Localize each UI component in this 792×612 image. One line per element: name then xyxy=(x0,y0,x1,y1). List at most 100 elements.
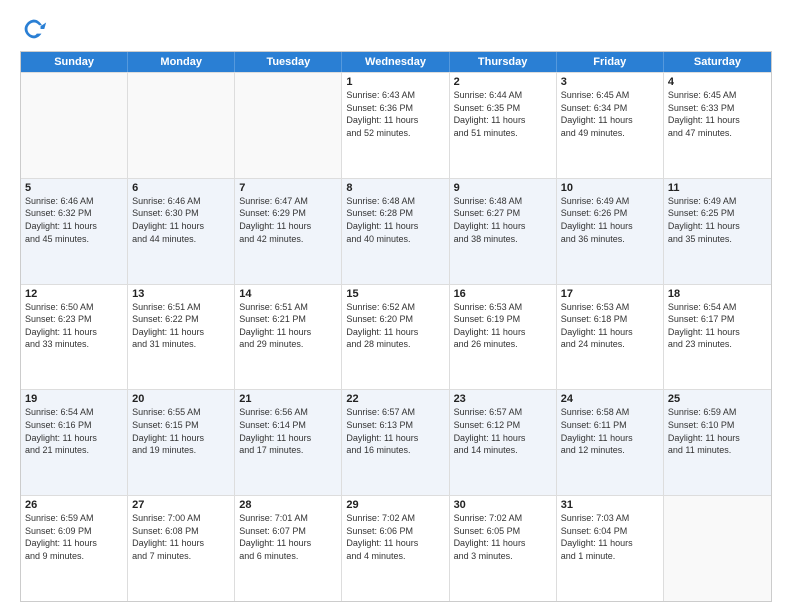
weekday-header-saturday: Saturday xyxy=(664,52,771,72)
day-info: Sunrise: 6:50 AM Sunset: 6:23 PM Dayligh… xyxy=(25,301,123,351)
calendar-cell: 2Sunrise: 6:44 AM Sunset: 6:35 PM Daylig… xyxy=(450,73,557,178)
calendar-cell: 4Sunrise: 6:45 AM Sunset: 6:33 PM Daylig… xyxy=(664,73,771,178)
day-info: Sunrise: 6:49 AM Sunset: 6:25 PM Dayligh… xyxy=(668,195,767,245)
day-number: 4 xyxy=(668,76,767,88)
calendar-header: SundayMondayTuesdayWednesdayThursdayFrid… xyxy=(21,52,771,72)
day-info: Sunrise: 7:03 AM Sunset: 6:04 PM Dayligh… xyxy=(561,512,659,562)
calendar-cell: 29Sunrise: 7:02 AM Sunset: 6:06 PM Dayli… xyxy=(342,496,449,601)
day-info: Sunrise: 7:02 AM Sunset: 6:06 PM Dayligh… xyxy=(346,512,444,562)
calendar-row-1: 1Sunrise: 6:43 AM Sunset: 6:36 PM Daylig… xyxy=(21,72,771,178)
calendar-body: 1Sunrise: 6:43 AM Sunset: 6:36 PM Daylig… xyxy=(21,72,771,601)
day-info: Sunrise: 6:45 AM Sunset: 6:33 PM Dayligh… xyxy=(668,89,767,139)
calendar-cell: 17Sunrise: 6:53 AM Sunset: 6:18 PM Dayli… xyxy=(557,285,664,390)
day-info: Sunrise: 6:51 AM Sunset: 6:21 PM Dayligh… xyxy=(239,301,337,351)
logo-icon xyxy=(20,15,48,43)
calendar-cell: 6Sunrise: 6:46 AM Sunset: 6:30 PM Daylig… xyxy=(128,179,235,284)
calendar-cell: 21Sunrise: 6:56 AM Sunset: 6:14 PM Dayli… xyxy=(235,390,342,495)
day-number: 1 xyxy=(346,76,444,88)
calendar-cell xyxy=(21,73,128,178)
calendar-cell: 30Sunrise: 7:02 AM Sunset: 6:05 PM Dayli… xyxy=(450,496,557,601)
day-info: Sunrise: 6:46 AM Sunset: 6:30 PM Dayligh… xyxy=(132,195,230,245)
day-info: Sunrise: 6:56 AM Sunset: 6:14 PM Dayligh… xyxy=(239,406,337,456)
calendar-cell: 5Sunrise: 6:46 AM Sunset: 6:32 PM Daylig… xyxy=(21,179,128,284)
calendar-cell: 8Sunrise: 6:48 AM Sunset: 6:28 PM Daylig… xyxy=(342,179,449,284)
weekday-header-wednesday: Wednesday xyxy=(342,52,449,72)
day-number: 9 xyxy=(454,182,552,194)
calendar-cell xyxy=(128,73,235,178)
day-number: 17 xyxy=(561,288,659,300)
day-info: Sunrise: 6:54 AM Sunset: 6:17 PM Dayligh… xyxy=(668,301,767,351)
logo xyxy=(20,15,52,43)
day-info: Sunrise: 6:59 AM Sunset: 6:10 PM Dayligh… xyxy=(668,406,767,456)
calendar-row-4: 19Sunrise: 6:54 AM Sunset: 6:16 PM Dayli… xyxy=(21,389,771,495)
calendar-cell: 12Sunrise: 6:50 AM Sunset: 6:23 PM Dayli… xyxy=(21,285,128,390)
day-number: 7 xyxy=(239,182,337,194)
calendar-cell: 31Sunrise: 7:03 AM Sunset: 6:04 PM Dayli… xyxy=(557,496,664,601)
day-number: 29 xyxy=(346,499,444,511)
day-info: Sunrise: 7:00 AM Sunset: 6:08 PM Dayligh… xyxy=(132,512,230,562)
day-number: 19 xyxy=(25,393,123,405)
calendar: SundayMondayTuesdayWednesdayThursdayFrid… xyxy=(20,51,772,602)
page: SundayMondayTuesdayWednesdayThursdayFrid… xyxy=(0,0,792,612)
day-info: Sunrise: 6:49 AM Sunset: 6:26 PM Dayligh… xyxy=(561,195,659,245)
day-number: 14 xyxy=(239,288,337,300)
day-info: Sunrise: 6:48 AM Sunset: 6:28 PM Dayligh… xyxy=(346,195,444,245)
day-info: Sunrise: 6:48 AM Sunset: 6:27 PM Dayligh… xyxy=(454,195,552,245)
day-number: 28 xyxy=(239,499,337,511)
day-number: 8 xyxy=(346,182,444,194)
day-info: Sunrise: 6:47 AM Sunset: 6:29 PM Dayligh… xyxy=(239,195,337,245)
calendar-cell: 27Sunrise: 7:00 AM Sunset: 6:08 PM Dayli… xyxy=(128,496,235,601)
day-info: Sunrise: 7:01 AM Sunset: 6:07 PM Dayligh… xyxy=(239,512,337,562)
weekday-header-sunday: Sunday xyxy=(21,52,128,72)
calendar-row-3: 12Sunrise: 6:50 AM Sunset: 6:23 PM Dayli… xyxy=(21,284,771,390)
day-info: Sunrise: 6:57 AM Sunset: 6:12 PM Dayligh… xyxy=(454,406,552,456)
day-info: Sunrise: 6:55 AM Sunset: 6:15 PM Dayligh… xyxy=(132,406,230,456)
day-number: 5 xyxy=(25,182,123,194)
day-info: Sunrise: 6:59 AM Sunset: 6:09 PM Dayligh… xyxy=(25,512,123,562)
day-info: Sunrise: 6:51 AM Sunset: 6:22 PM Dayligh… xyxy=(132,301,230,351)
weekday-header-friday: Friday xyxy=(557,52,664,72)
calendar-cell: 25Sunrise: 6:59 AM Sunset: 6:10 PM Dayli… xyxy=(664,390,771,495)
header xyxy=(20,15,772,43)
day-number: 20 xyxy=(132,393,230,405)
calendar-cell: 26Sunrise: 6:59 AM Sunset: 6:09 PM Dayli… xyxy=(21,496,128,601)
calendar-cell: 28Sunrise: 7:01 AM Sunset: 6:07 PM Dayli… xyxy=(235,496,342,601)
weekday-header-thursday: Thursday xyxy=(450,52,557,72)
calendar-cell: 14Sunrise: 6:51 AM Sunset: 6:21 PM Dayli… xyxy=(235,285,342,390)
day-number: 22 xyxy=(346,393,444,405)
day-info: Sunrise: 7:02 AM Sunset: 6:05 PM Dayligh… xyxy=(454,512,552,562)
day-info: Sunrise: 6:44 AM Sunset: 6:35 PM Dayligh… xyxy=(454,89,552,139)
calendar-row-2: 5Sunrise: 6:46 AM Sunset: 6:32 PM Daylig… xyxy=(21,178,771,284)
day-number: 13 xyxy=(132,288,230,300)
day-number: 25 xyxy=(668,393,767,405)
day-info: Sunrise: 6:54 AM Sunset: 6:16 PM Dayligh… xyxy=(25,406,123,456)
day-number: 3 xyxy=(561,76,659,88)
day-info: Sunrise: 6:46 AM Sunset: 6:32 PM Dayligh… xyxy=(25,195,123,245)
weekday-header-monday: Monday xyxy=(128,52,235,72)
calendar-cell: 1Sunrise: 6:43 AM Sunset: 6:36 PM Daylig… xyxy=(342,73,449,178)
day-info: Sunrise: 6:53 AM Sunset: 6:19 PM Dayligh… xyxy=(454,301,552,351)
day-number: 23 xyxy=(454,393,552,405)
day-info: Sunrise: 6:43 AM Sunset: 6:36 PM Dayligh… xyxy=(346,89,444,139)
day-number: 31 xyxy=(561,499,659,511)
day-number: 24 xyxy=(561,393,659,405)
day-number: 21 xyxy=(239,393,337,405)
day-number: 18 xyxy=(668,288,767,300)
day-info: Sunrise: 6:58 AM Sunset: 6:11 PM Dayligh… xyxy=(561,406,659,456)
calendar-cell: 16Sunrise: 6:53 AM Sunset: 6:19 PM Dayli… xyxy=(450,285,557,390)
calendar-cell: 7Sunrise: 6:47 AM Sunset: 6:29 PM Daylig… xyxy=(235,179,342,284)
day-number: 2 xyxy=(454,76,552,88)
calendar-cell: 13Sunrise: 6:51 AM Sunset: 6:22 PM Dayli… xyxy=(128,285,235,390)
day-info: Sunrise: 6:57 AM Sunset: 6:13 PM Dayligh… xyxy=(346,406,444,456)
day-number: 30 xyxy=(454,499,552,511)
calendar-cell: 20Sunrise: 6:55 AM Sunset: 6:15 PM Dayli… xyxy=(128,390,235,495)
day-number: 27 xyxy=(132,499,230,511)
calendar-cell xyxy=(235,73,342,178)
calendar-cell: 19Sunrise: 6:54 AM Sunset: 6:16 PM Dayli… xyxy=(21,390,128,495)
day-number: 16 xyxy=(454,288,552,300)
calendar-cell: 10Sunrise: 6:49 AM Sunset: 6:26 PM Dayli… xyxy=(557,179,664,284)
day-info: Sunrise: 6:45 AM Sunset: 6:34 PM Dayligh… xyxy=(561,89,659,139)
day-number: 15 xyxy=(346,288,444,300)
day-number: 26 xyxy=(25,499,123,511)
calendar-cell: 22Sunrise: 6:57 AM Sunset: 6:13 PM Dayli… xyxy=(342,390,449,495)
